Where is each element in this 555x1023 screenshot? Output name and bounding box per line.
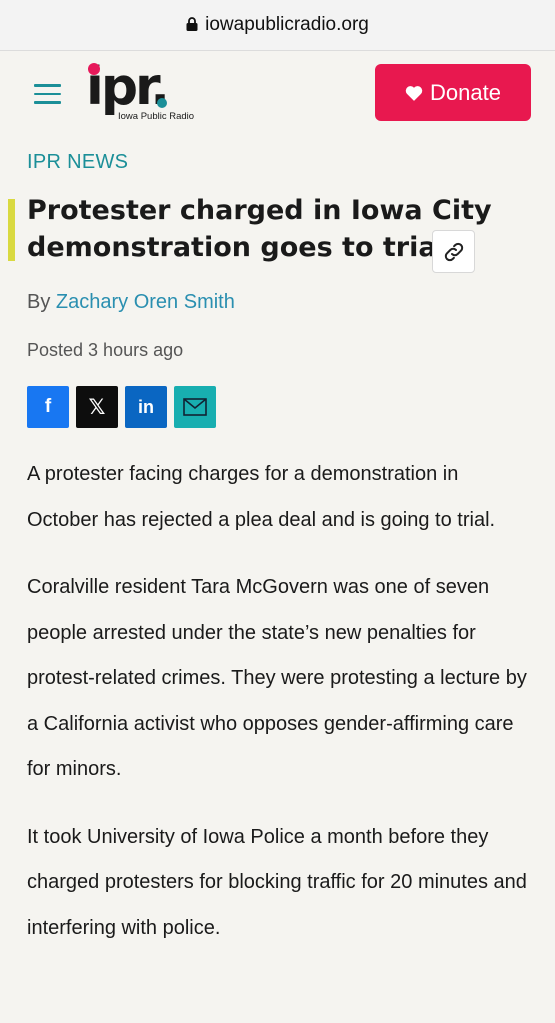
paragraph: A protester facing charges for a demonst… <box>27 463 496 531</box>
byline: By Zachary Oren Smith <box>27 291 235 314</box>
lock-icon <box>186 17 198 31</box>
share-buttons: f 𝕏 in <box>27 386 216 428</box>
paragraph: It took University of Iowa Police a mont… <box>27 825 527 939</box>
linkedin-icon: in <box>138 396 154 417</box>
email-icon <box>183 398 207 416</box>
posted-time: Posted 3 hours ago <box>27 340 184 360</box>
hamburger-menu-icon[interactable] <box>34 84 61 104</box>
byline-prefix: By <box>27 291 51 313</box>
x-share-button[interactable]: 𝕏 <box>76 386 118 428</box>
author-link[interactable]: Zachary Oren Smith <box>56 291 235 313</box>
email-share-button[interactable] <box>174 386 216 428</box>
donate-label: Donate <box>430 79 501 105</box>
section-kicker[interactable]: IPR NEWS <box>27 151 128 174</box>
url-text: iowapublicradio.org <box>205 14 369 35</box>
title-accent-bar <box>8 199 15 261</box>
logo-subtitle: Iowa Public Radio <box>118 111 195 122</box>
copy-link-button[interactable] <box>432 230 475 273</box>
link-icon <box>444 242 463 261</box>
donate-button[interactable]: Donate <box>375 64 531 121</box>
linkedin-share-button[interactable]: in <box>125 386 167 428</box>
paragraph: Coralville resident Tara McGovern was on… <box>27 576 527 780</box>
facebook-icon: f <box>44 396 52 417</box>
logo-dot-teal <box>157 98 167 108</box>
site-header: ipr. Iowa Public Radio Donate <box>0 51 555 141</box>
address-bar[interactable]: iowapublicradio.org <box>0 0 555 51</box>
ipr-logo[interactable]: ipr. Iowa Public Radio <box>86 61 206 131</box>
logo-dot-pink <box>88 63 100 75</box>
heart-icon <box>405 85 423 101</box>
x-icon: 𝕏 <box>88 395 106 419</box>
facebook-share-button[interactable]: f <box>27 386 69 428</box>
article-body: A protester facing charges for a demonst… <box>27 452 532 973</box>
